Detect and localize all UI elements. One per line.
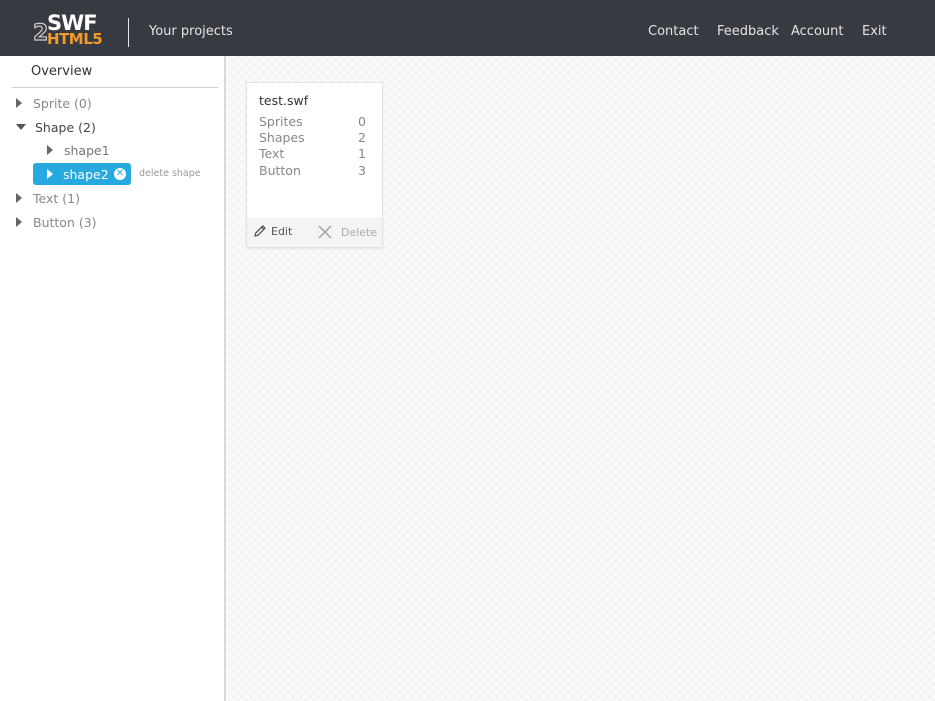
project-title: test.swf: [259, 93, 309, 108]
tree-item-label: Text (1): [33, 190, 80, 206]
stat-row-text: Text 1: [259, 146, 366, 161]
expand-arrow-icon[interactable]: [16, 217, 22, 227]
tree-item-label: shape1: [64, 142, 110, 158]
tree-item-label: shape2: [63, 166, 109, 182]
delete-button[interactable]: Delete: [317, 224, 377, 240]
tree-item-sprite[interactable]: Sprite (0): [16, 93, 92, 113]
tree-item-shape[interactable]: Shape (2): [16, 117, 96, 137]
edit-button[interactable]: Edit: [253, 224, 292, 238]
expand-arrow-icon[interactable]: [16, 193, 22, 203]
tree-item-button[interactable]: Button (3): [16, 212, 97, 232]
nav-contact-link[interactable]: Contact: [648, 24, 699, 39]
nav-exit-link[interactable]: Exit: [862, 24, 887, 39]
stat-label: Button: [259, 163, 301, 178]
edit-label: Edit: [271, 224, 293, 238]
main-content: test.swf Sprites 0 Shapes 2 Text 1 Butto…: [228, 56, 935, 701]
sidebar-divider: [12, 87, 218, 88]
collapse-arrow-icon[interactable]: [16, 124, 26, 130]
tree-item-text[interactable]: Text (1): [16, 188, 80, 208]
stat-value: 3: [358, 163, 366, 178]
expand-arrow-icon[interactable]: [16, 98, 22, 108]
header-divider: [128, 18, 129, 47]
tree-item-shape2-selected[interactable]: shape2 ✕: [33, 163, 131, 185]
stat-value: 1: [358, 146, 366, 161]
pencil-icon: [254, 225, 266, 237]
delete-circle-icon[interactable]: ✕: [114, 168, 126, 180]
stat-row-shapes: Shapes 2: [259, 130, 366, 145]
stat-value: 0: [358, 114, 366, 129]
swf2html5-logo[interactable]: 2 SWF HTML5: [32, 11, 115, 49]
delete-shape-hint[interactable]: delete shape: [139, 168, 201, 179]
stat-label: Shapes: [259, 130, 305, 145]
stat-label: Sprites: [259, 114, 303, 129]
stat-row-sprites: Sprites 0: [259, 114, 366, 129]
page-title[interactable]: Your projects: [149, 24, 233, 39]
project-card[interactable]: test.swf Sprites 0 Shapes 2 Text 1 Butto…: [246, 82, 383, 248]
expand-arrow-icon[interactable]: [47, 169, 53, 179]
nav-account-link[interactable]: Account: [791, 24, 844, 39]
tree-item-label: Shape (2): [35, 119, 96, 135]
nav-feedback-link[interactable]: Feedback: [717, 24, 779, 39]
x-icon: [318, 225, 332, 239]
tree-item-label: Sprite (0): [33, 95, 92, 111]
sidebar-overview-link[interactable]: Overview: [31, 64, 92, 79]
top-header: 2 SWF HTML5 Your projects Contact Feedba…: [0, 0, 935, 56]
expand-arrow-icon[interactable]: [47, 145, 53, 155]
stat-row-button: Button 3: [259, 163, 366, 178]
stat-label: Text: [259, 146, 285, 161]
sidebar: Overview Sprite (0) Shape (2) shape1 sha…: [0, 56, 226, 701]
delete-label: Delete: [341, 225, 378, 239]
stat-value: 2: [358, 130, 366, 145]
logo-html5-text: HTML5: [47, 30, 103, 48]
card-footer: Edit Delete: [247, 218, 382, 247]
tree-item-label: Button (3): [33, 214, 97, 230]
tree-item-shape1[interactable]: shape1: [47, 139, 110, 161]
